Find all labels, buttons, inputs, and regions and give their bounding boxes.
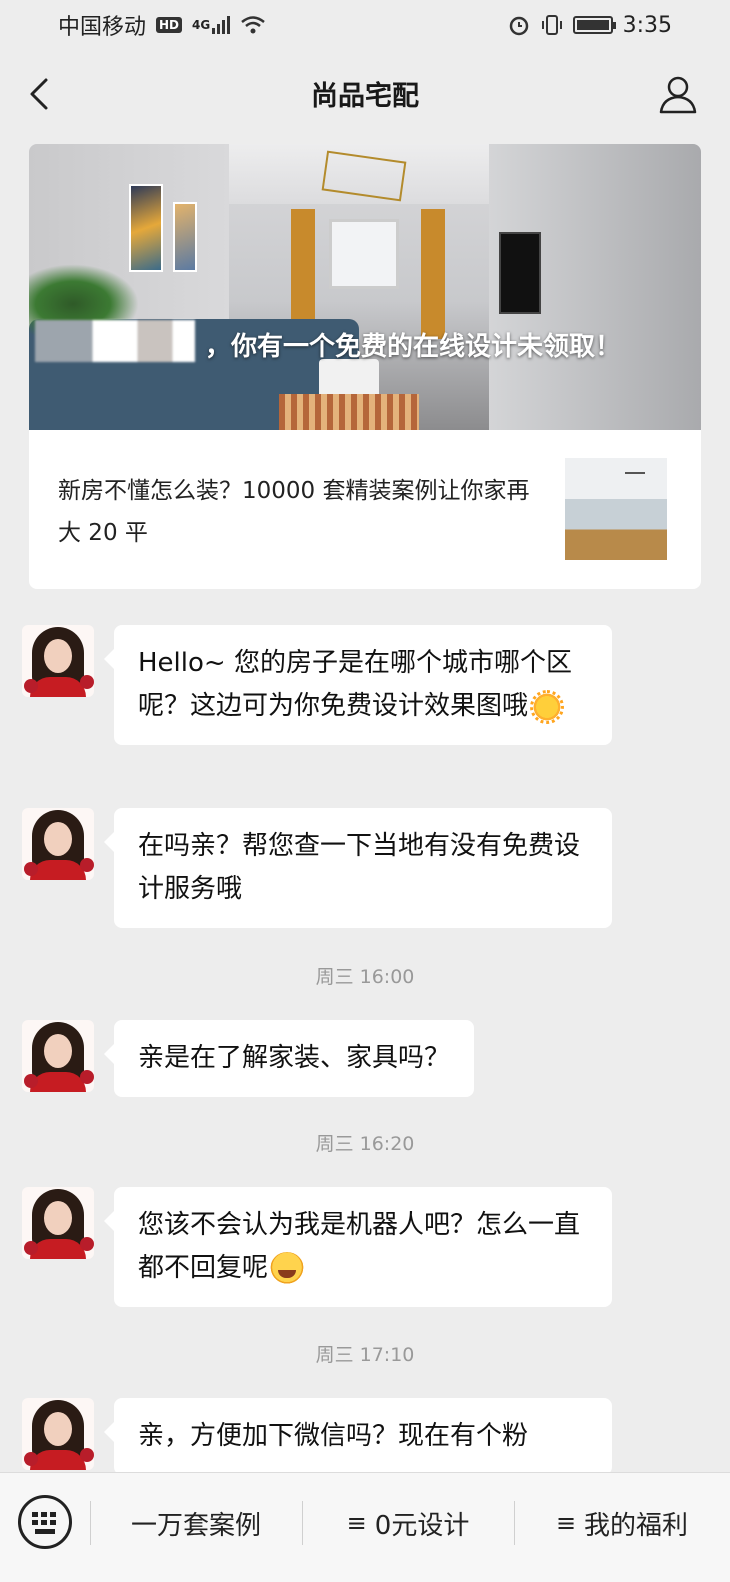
menu-item-label: 我的福利 <box>584 1510 689 1541</box>
avatar[interactable] <box>22 625 94 697</box>
carrier-label: 中国移动 <box>58 15 147 40</box>
avatar[interactable] <box>22 1020 94 1092</box>
chevron-left-icon[interactable] <box>22 74 62 114</box>
message-bubble[interactable]: 在吗亲？帮您查一下当地有没有免费设计服务哦 <box>104 808 612 928</box>
status-right: 3:35 <box>507 13 672 38</box>
article-cover-image: ，你有一个免费的在线设计未领取！ <box>29 144 701 430</box>
battery-icon <box>572 16 616 34</box>
article-footer: 新房不懂怎么装？10000 套精装案例让你家再大 20 平 <box>29 430 701 589</box>
menu-lines-icon: ≡ <box>346 1509 367 1537</box>
nav-bar: 尚品宅配 <box>0 58 730 128</box>
timestamp: 周三 17:10 <box>315 1344 415 1366</box>
message-text: 亲是在了解家装、家具吗？ <box>138 1043 451 1073</box>
message-text: Hello~ 您的房子是在哪个城市哪个区呢？这边可为你免费设计效果图哦 <box>138 648 572 721</box>
avatar[interactable] <box>22 1398 94 1470</box>
message-text: 您该不会认为我是机器人吧？怎么一直都不回复呢 <box>138 1210 581 1283</box>
timestamp: 周三 16:00 <box>315 966 415 988</box>
network-label: 4G <box>192 18 211 32</box>
menu-item-benefits[interactable]: ≡ 我的福利 <box>514 1473 730 1573</box>
signal-icon <box>212 16 231 34</box>
message-bubble[interactable]: 亲，方便加下微信吗？现在有个粉 <box>104 1398 612 1475</box>
message-text: 在吗亲？帮您查一下当地有没有免费设计服务哦 <box>138 831 581 904</box>
page-title: 尚品宅配 <box>311 80 419 112</box>
timestamp: 周三 16:20 <box>315 1133 415 1155</box>
bottom-menu-bar: 一万套案例 ≡ 0元设计 ≡ 我的福利 <box>0 1472 730 1582</box>
hd-badge: HD <box>156 17 183 33</box>
article-headline: ，你有一个免费的在线设计未领取！ <box>205 332 622 362</box>
article-thumbnail <box>565 458 667 560</box>
menu-item-label: 0元设计 <box>374 1510 470 1541</box>
message-bubble[interactable]: 您该不会认为我是机器人吧？怎么一直都不回复呢 <box>104 1187 612 1307</box>
vibrate-icon <box>541 15 562 35</box>
alarm-icon <box>509 16 528 36</box>
sun-emoji-icon <box>530 689 565 724</box>
avatar[interactable] <box>22 1187 94 1259</box>
message-bubble[interactable]: 亲是在了解家装、家具吗？ <box>103 1020 475 1097</box>
chat-area: Hello~ 您的房子是在哪个城市哪个区呢？这边可为你免费设计效果图哦 在吗亲？… <box>0 600 730 1480</box>
article-summary: 新房不懂怎么装？10000 套精装案例让你家再大 20 平 <box>58 478 530 546</box>
status-left: 中国移动 HD 4G <box>58 9 266 41</box>
wifi-icon <box>241 16 266 34</box>
menu-item-cases[interactable]: 一万套案例 <box>90 1473 302 1573</box>
person-icon[interactable] <box>656 72 700 116</box>
avatar[interactable] <box>22 808 94 880</box>
menu-item-label: 一万套案例 <box>130 1510 261 1541</box>
laughing-crying-emoji-icon <box>270 1251 305 1286</box>
status-bar: 中国移动 HD 4G 3:35 <box>0 0 730 50</box>
keyboard-icon[interactable] <box>18 1495 72 1549</box>
article-card[interactable]: ，你有一个免费的在线设计未领取！ 新房不懂怎么装？10000 套精装案例让你家再… <box>29 144 701 589</box>
menu-lines-icon: ≡ <box>555 1509 577 1537</box>
message-bubble[interactable]: Hello~ 您的房子是在哪个城市哪个区呢？这边可为你免费设计效果图哦 <box>104 625 612 745</box>
message-text: 亲，方便加下微信吗？现在有个粉 <box>138 1421 529 1451</box>
clock: 3:35 <box>622 12 672 38</box>
menu-item-free-design[interactable]: ≡ 0元设计 <box>302 1473 514 1573</box>
